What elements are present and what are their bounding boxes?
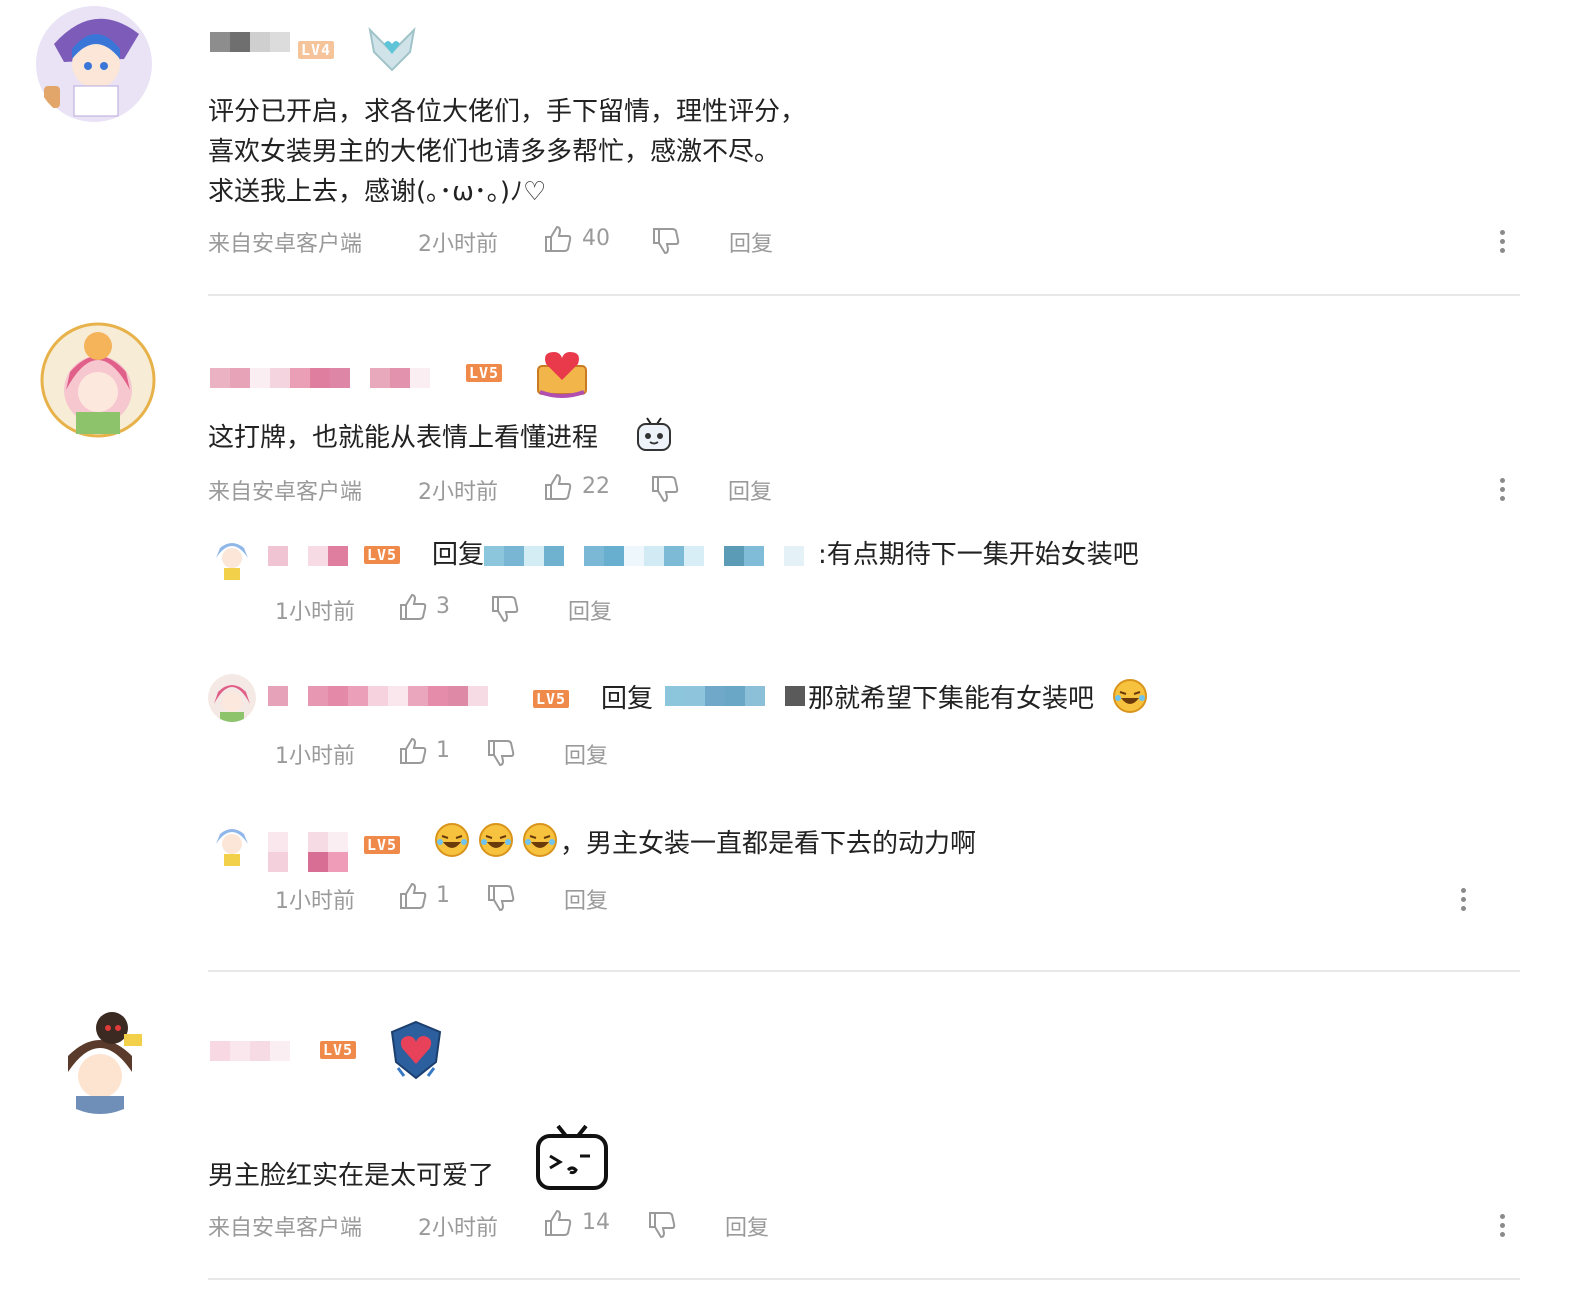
source-label: 来自安卓客户端 — [208, 480, 363, 505]
mentioned-user-masked[interactable] — [665, 686, 805, 706]
reply-prefix: 回复 — [432, 540, 485, 570]
reply-text: :有点期待下一集开始女装吧 — [818, 540, 1139, 570]
thumbs-down-icon — [652, 476, 679, 503]
dislike-button[interactable] — [486, 738, 516, 772]
level-badge: LV4 — [298, 41, 335, 59]
username-masked[interactable] — [268, 546, 348, 566]
more-options-icon[interactable] — [1500, 230, 1508, 257]
avatar[interactable] — [34, 4, 154, 124]
thumbs-down-icon — [492, 596, 519, 623]
timestamp: 1小时前 — [275, 600, 355, 625]
like-button[interactable] — [543, 224, 573, 258]
more-options-icon[interactable] — [1500, 1214, 1508, 1241]
laugh-cry-emoji-icon — [478, 822, 514, 862]
avatar[interactable] — [40, 994, 160, 1114]
reply-avatar[interactable] — [208, 674, 256, 722]
like-button[interactable] — [398, 736, 428, 770]
laugh-cry-emoji-icon — [1112, 678, 1148, 718]
like-button[interactable] — [398, 592, 428, 626]
tv-face-emoji-icon — [635, 416, 673, 458]
thumbs-down-icon — [649, 1212, 676, 1239]
dislike-button[interactable] — [490, 594, 520, 628]
level-badge: LV5 — [466, 364, 503, 382]
like-count: 1 — [436, 738, 450, 763]
username-masked[interactable] — [210, 368, 430, 388]
heart-chest-medal-icon — [532, 344, 592, 404]
comment-text: 这打牌，也就能从表情上看懂进程 — [208, 423, 599, 453]
reply-button[interactable]: 回复 — [564, 738, 608, 770]
timestamp: 1小时前 — [275, 889, 355, 914]
level-badge: LV5 — [364, 836, 401, 854]
like-button[interactable] — [543, 472, 573, 506]
heart-shield-medal-icon — [384, 1018, 448, 1086]
timestamp: 1小时前 — [275, 744, 355, 769]
laugh-cry-emoji-icon — [434, 822, 470, 862]
level-badge: LV5 — [364, 546, 401, 564]
thumbs-down-icon — [488, 885, 515, 912]
dislike-button[interactable] — [651, 226, 681, 260]
dislike-button[interactable] — [650, 474, 680, 508]
like-count: 1 — [436, 883, 450, 908]
source-label: 来自安卓客户端 — [208, 1216, 363, 1241]
avatar[interactable] — [38, 320, 158, 440]
username-masked[interactable] — [210, 32, 290, 52]
reply-button[interactable]: 回复 — [725, 1210, 769, 1242]
fan-medal-icon — [366, 22, 418, 78]
reply-button[interactable]: 回复 — [728, 474, 772, 506]
like-count: 40 — [582, 226, 610, 251]
laugh-cry-emoji-icon — [522, 822, 558, 862]
level-badge: LV5 — [320, 1041, 357, 1059]
thumbs-up-icon — [400, 593, 427, 620]
reply-text: ，男主女装一直都是看下去的动力啊 — [560, 829, 977, 859]
comment-text: 男主脸红实在是太可爱了 — [208, 1161, 495, 1191]
more-options-icon[interactable] — [1461, 888, 1469, 915]
thumbs-up-icon — [400, 882, 427, 909]
divider — [208, 294, 1520, 296]
divider — [208, 970, 1520, 972]
timestamp: 2小时前 — [418, 1216, 498, 1241]
tv-face-emoji-icon — [534, 1122, 610, 1198]
like-button[interactable] — [398, 881, 428, 915]
like-count: 3 — [436, 594, 450, 619]
thumbs-down-icon — [488, 740, 515, 767]
reply-text: 那就希望下集能有女装吧 — [808, 684, 1095, 714]
like-button[interactable] — [543, 1208, 573, 1242]
thumbs-up-icon — [545, 225, 572, 252]
thumbs-up-icon — [545, 1209, 572, 1236]
divider — [208, 1278, 1520, 1280]
reply-button[interactable]: 回复 — [729, 226, 773, 258]
thumbs-down-icon — [653, 228, 680, 255]
comment-text: 评分已开启，求各位大佬们，手下留情，理性评分， 喜欢女装男主的大佬们也请多多帮忙… — [208, 97, 807, 207]
username-masked[interactable] — [268, 686, 508, 706]
reply-button[interactable]: 回复 — [568, 594, 612, 626]
thumbs-up-icon — [400, 737, 427, 764]
reply-avatar[interactable] — [208, 534, 256, 582]
reply-prefix: 回复 — [601, 684, 654, 714]
level-badge: LV5 — [533, 690, 570, 708]
source-label: 来自安卓客户端 — [208, 232, 363, 257]
thumbs-up-icon — [545, 473, 572, 500]
username-masked[interactable] — [268, 832, 348, 872]
more-options-icon[interactable] — [1500, 478, 1508, 505]
like-count: 14 — [582, 1210, 610, 1235]
timestamp: 2小时前 — [418, 232, 498, 257]
like-count: 22 — [582, 474, 610, 499]
username-masked[interactable] — [210, 1041, 310, 1061]
reply-avatar[interactable] — [208, 820, 256, 868]
dislike-button[interactable] — [486, 883, 516, 917]
dislike-button[interactable] — [647, 1210, 677, 1244]
timestamp: 2小时前 — [418, 480, 498, 505]
mentioned-user-masked[interactable] — [484, 546, 804, 566]
reply-button[interactable]: 回复 — [564, 883, 608, 915]
